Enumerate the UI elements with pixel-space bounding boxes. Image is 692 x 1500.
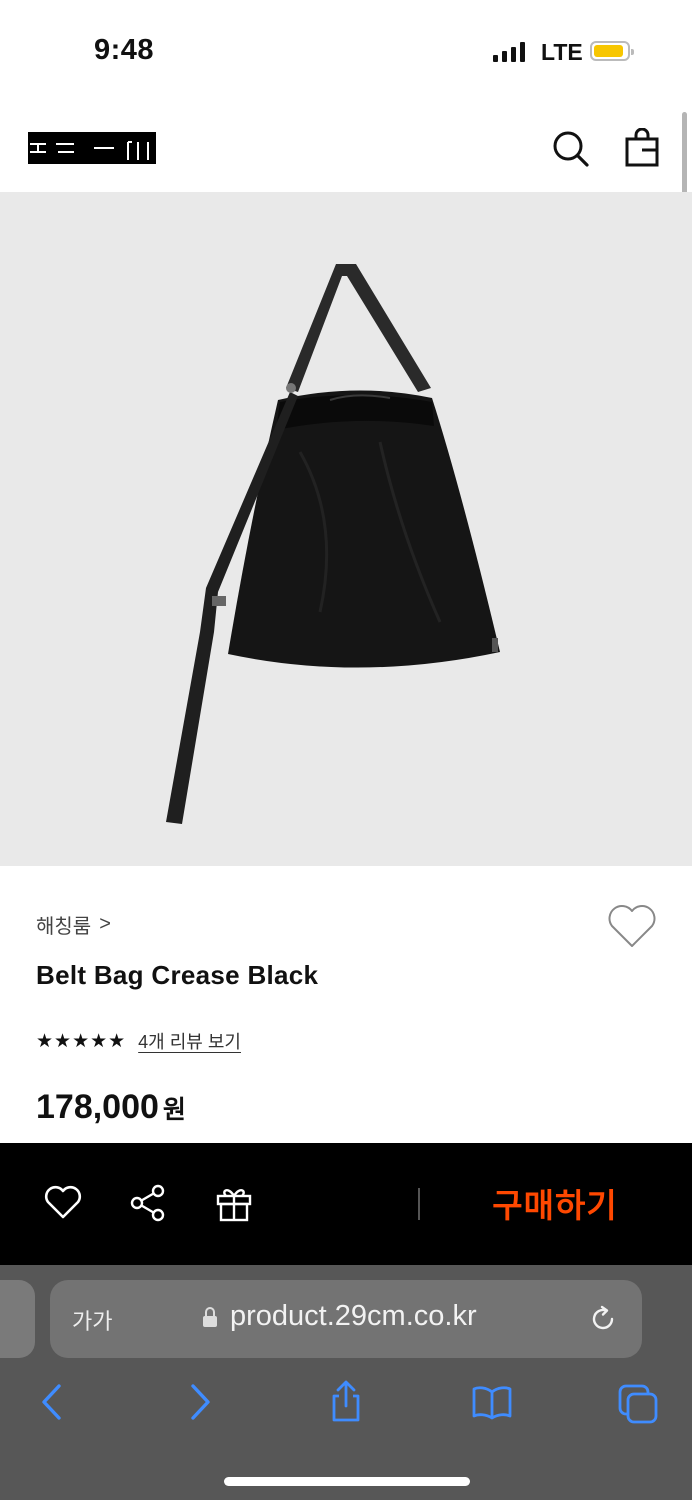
- 29cm-logo-icon[interactable]: [28, 132, 156, 164]
- status-time: 9:48: [94, 34, 155, 66]
- search-icon[interactable]: [550, 128, 590, 168]
- chevron-right-icon: >: [99, 913, 111, 935]
- bookmarks-icon[interactable]: [472, 1380, 512, 1424]
- heart-icon[interactable]: [606, 902, 658, 950]
- reload-icon[interactable]: [588, 1304, 618, 1334]
- url-text[interactable]: product.29cm.co.kr: [230, 1300, 477, 1333]
- share-sheet-icon[interactable]: [326, 1380, 366, 1424]
- address-bar[interactable]: 가가 product.29cm.co.kr: [50, 1280, 642, 1358]
- product-title: Belt Bag Crease Black: [36, 960, 319, 990]
- text-size-button[interactable]: 가가: [72, 1304, 112, 1336]
- brand-link[interactable]: 해칭룸 >: [36, 910, 111, 939]
- review-link[interactable]: 4개 리뷰 보기: [138, 1028, 241, 1054]
- buy-button[interactable]: 구매하기: [430, 1179, 680, 1227]
- price-currency: 원: [162, 1096, 186, 1124]
- heart-icon[interactable]: [43, 1183, 83, 1223]
- black-drawstring-belt-bag: [166, 264, 500, 824]
- action-divider: [418, 1188, 420, 1220]
- status-bar: 9:48 LTE: [0, 0, 692, 100]
- back-icon[interactable]: [32, 1380, 72, 1424]
- gift-icon[interactable]: [214, 1183, 254, 1223]
- shopping-bag-icon[interactable]: [622, 128, 662, 168]
- share-icon[interactable]: [128, 1183, 168, 1223]
- browser-toolbar: 가가 product.29cm.co.kr: [0, 1265, 692, 1500]
- product-image[interactable]: [0, 192, 692, 866]
- price-value: 178,000: [36, 1088, 159, 1126]
- previous-tab-peek[interactable]: [0, 1280, 35, 1358]
- product-price: 178,000 원: [36, 1088, 186, 1127]
- rating-row: ★★★★★ 4개 리뷰 보기: [36, 1028, 241, 1054]
- star-rating: ★★★★★: [36, 1030, 127, 1052]
- brand-name: 해칭룸: [36, 916, 92, 938]
- lock-icon: [203, 1307, 217, 1327]
- action-bar: 구매하기: [0, 1143, 692, 1265]
- signal-icon: [493, 42, 525, 62]
- battery-icon: [590, 41, 634, 61]
- site-header: [0, 100, 692, 192]
- home-indicator[interactable]: [224, 1477, 470, 1486]
- forward-icon[interactable]: [180, 1380, 220, 1424]
- network-label: LTE: [541, 39, 583, 65]
- tabs-icon[interactable]: [618, 1380, 658, 1424]
